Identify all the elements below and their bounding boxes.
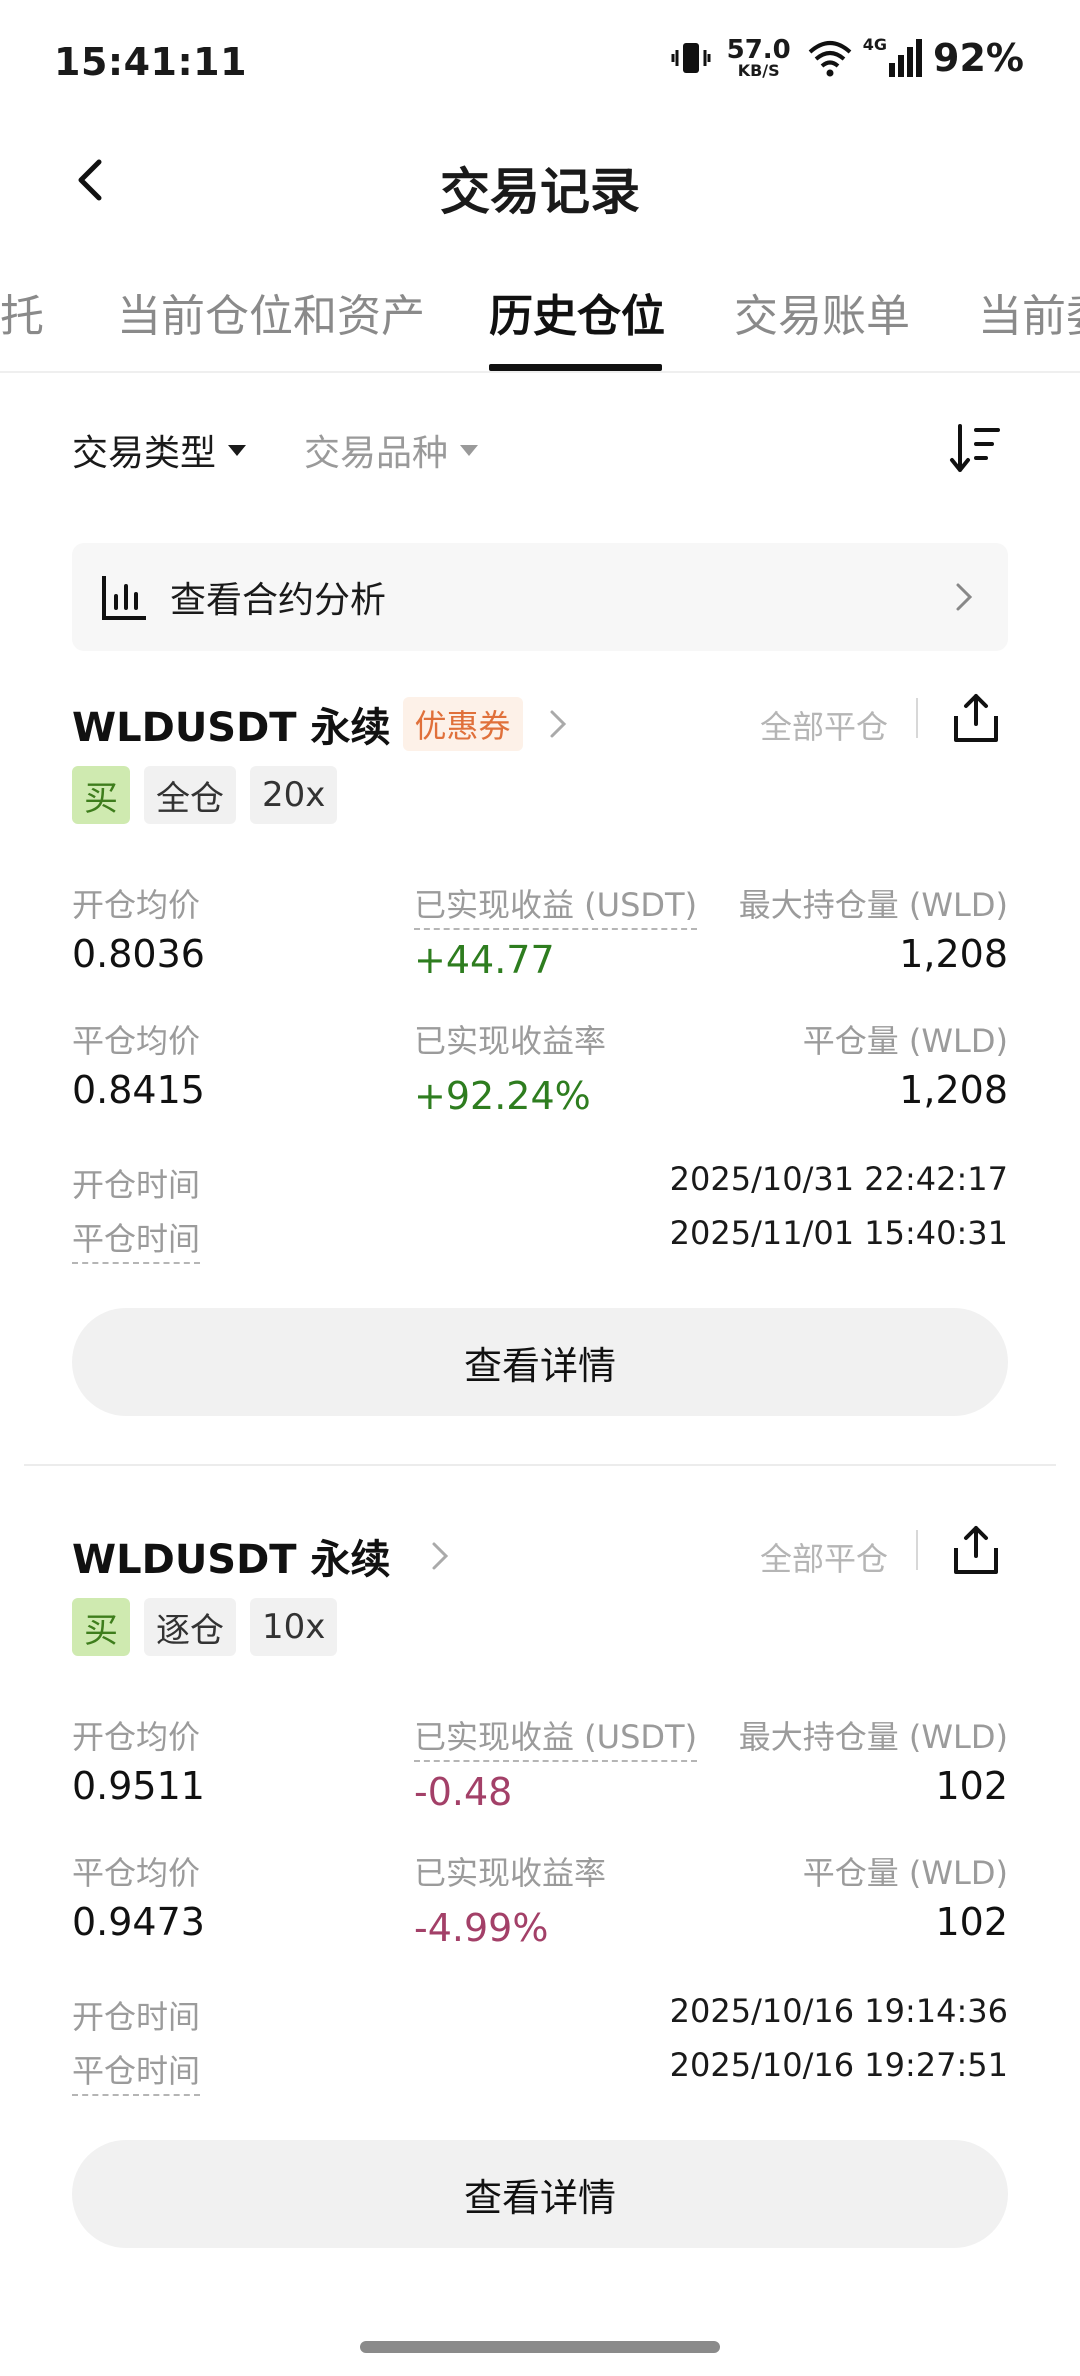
- contract-analysis-label: 查看合约分析: [170, 580, 387, 621]
- realized-rate-value: +92.24%: [414, 1074, 591, 1118]
- divider: [916, 1530, 918, 1570]
- close-time-value: 2025/11/01 15:40:31: [669, 1214, 1008, 1252]
- network-speed-unit: KB/S: [737, 61, 780, 80]
- close-avg-label: 平仓均价: [72, 1022, 201, 1060]
- tab-open-orders-partial[interactable]: 托: [0, 280, 44, 344]
- close-time-value: 2025/10/16 19:27:51: [669, 2046, 1008, 2084]
- status-time: 15:41:11: [54, 40, 248, 84]
- realized-pnl-value: -0.48: [414, 1770, 513, 1814]
- view-details-button[interactable]: 查看详情: [72, 2140, 1008, 2248]
- tab-position-history[interactable]: 历史仓位: [489, 280, 665, 344]
- wifi-icon: [808, 41, 852, 77]
- max-position-value: 102: [935, 1764, 1008, 1808]
- tab-current-positions[interactable]: 当前仓位和资产: [117, 280, 425, 344]
- vibrate-icon: [671, 43, 711, 73]
- filter-row: 交易类型 交易品种: [0, 420, 1080, 480]
- tab-current-orders[interactable]: 当前委: [978, 280, 1080, 344]
- open-time-value: 2025/10/16 19:14:36: [669, 1992, 1008, 2030]
- side-tag: 买: [72, 1598, 130, 1656]
- position-tags: 买 逐仓 10x: [72, 1598, 338, 1656]
- contract-analysis-link[interactable]: 查看合约分析: [72, 543, 1008, 651]
- close-qty-label: 平仓量 (WLD): [802, 1022, 1008, 1060]
- status-bar: 15:41:11 57.0 KB/S 4G 92%: [0, 0, 1080, 120]
- close-avg-value: 0.9473: [72, 1900, 205, 1944]
- tab-transaction-bill[interactable]: 交易账单: [734, 280, 910, 344]
- chevron-right-icon: [550, 710, 566, 738]
- open-avg-value: 0.8036: [72, 932, 205, 976]
- open-time-label: 开仓时间: [72, 1998, 201, 2036]
- max-position-value: 1,208: [899, 932, 1008, 976]
- caret-down-icon: [460, 444, 479, 456]
- close-time-label[interactable]: 平仓时间: [72, 1214, 201, 1264]
- status-icons: 57.0 KB/S 4G 92%: [671, 34, 1024, 80]
- battery-level: 92%: [933, 36, 1024, 80]
- bar-chart-icon: [102, 576, 146, 620]
- sort-icon[interactable]: [946, 420, 1002, 476]
- realized-pnl-value: +44.77: [414, 938, 555, 982]
- open-time-value: 2025/10/31 22:42:17: [669, 1160, 1008, 1198]
- close-all-label: 全部平仓: [759, 1540, 888, 1578]
- open-avg-label: 开仓均价: [72, 1718, 201, 1756]
- realized-rate-label: 已实现收益率: [414, 1854, 607, 1892]
- signal-type: 4G: [862, 34, 888, 54]
- card-divider: [24, 1464, 1056, 1466]
- trade-type-filter[interactable]: 交易类型: [72, 424, 247, 476]
- chevron-right-icon: [432, 1542, 448, 1570]
- share-icon[interactable]: [948, 690, 1004, 746]
- close-qty-value: 1,208: [899, 1068, 1008, 1112]
- network-speed: 57.0 KB/S: [727, 37, 791, 79]
- leverage-tag: 20x: [250, 766, 338, 824]
- trade-symbol-label: 交易品种: [304, 433, 449, 474]
- close-avg-value: 0.8415: [72, 1068, 205, 1112]
- realized-rate-label: 已实现收益率: [414, 1022, 607, 1060]
- leverage-tag: 10x: [250, 1598, 338, 1656]
- signal-icon: [889, 39, 923, 77]
- tabs-divider: [0, 371, 1080, 373]
- close-qty-label: 平仓量 (WLD): [802, 1854, 1008, 1892]
- home-indicator[interactable]: [360, 2341, 720, 2353]
- header: 交易记录: [0, 140, 1080, 230]
- open-avg-label: 开仓均价: [72, 886, 201, 924]
- margin-mode-tag: 逐仓: [144, 1598, 236, 1656]
- position-title-row[interactable]: WLDUSDT 永续: [72, 1526, 449, 1586]
- open-time-label: 开仓时间: [72, 1166, 201, 1204]
- close-qty-value: 102: [935, 1900, 1008, 1944]
- page-title: 交易记录: [440, 163, 640, 221]
- caret-down-icon: [228, 444, 247, 456]
- network-speed-value: 57.0: [726, 35, 791, 65]
- trade-type-label: 交易类型: [72, 433, 217, 474]
- position-title-row[interactable]: WLDUSDT 永续 优惠券: [72, 694, 567, 754]
- view-details-button[interactable]: 查看详情: [72, 1308, 1008, 1416]
- position-symbol: WLDUSDT 永续: [72, 705, 391, 751]
- side-tag: 买: [72, 766, 130, 824]
- max-position-label: 最大持仓量 (WLD): [738, 886, 1008, 924]
- coupon-badge: 优惠券: [402, 697, 523, 751]
- realized-pnl-label[interactable]: 已实现收益 (USDT): [414, 1712, 698, 1762]
- chevron-right-icon: [956, 583, 973, 611]
- share-icon[interactable]: [948, 1522, 1004, 1578]
- position-symbol: WLDUSDT 永续: [72, 1537, 391, 1583]
- close-time-label[interactable]: 平仓时间: [72, 2046, 201, 2096]
- trade-symbol-filter[interactable]: 交易品种: [304, 424, 479, 476]
- active-tab-indicator: [489, 364, 662, 371]
- max-position-label: 最大持仓量 (WLD): [738, 1718, 1008, 1756]
- margin-mode-tag: 全仓: [144, 766, 236, 824]
- divider: [916, 698, 918, 738]
- close-avg-label: 平仓均价: [72, 1854, 201, 1892]
- tab-bar: 托 当前仓位和资产 历史仓位 交易账单 当前委: [0, 262, 1080, 372]
- open-avg-value: 0.9511: [72, 1764, 205, 1808]
- realized-pnl-label[interactable]: 已实现收益 (USDT): [414, 880, 698, 930]
- close-all-label: 全部平仓: [759, 708, 888, 746]
- realized-rate-value: -4.99%: [414, 1906, 549, 1950]
- position-tags: 买 全仓 20x: [72, 766, 338, 824]
